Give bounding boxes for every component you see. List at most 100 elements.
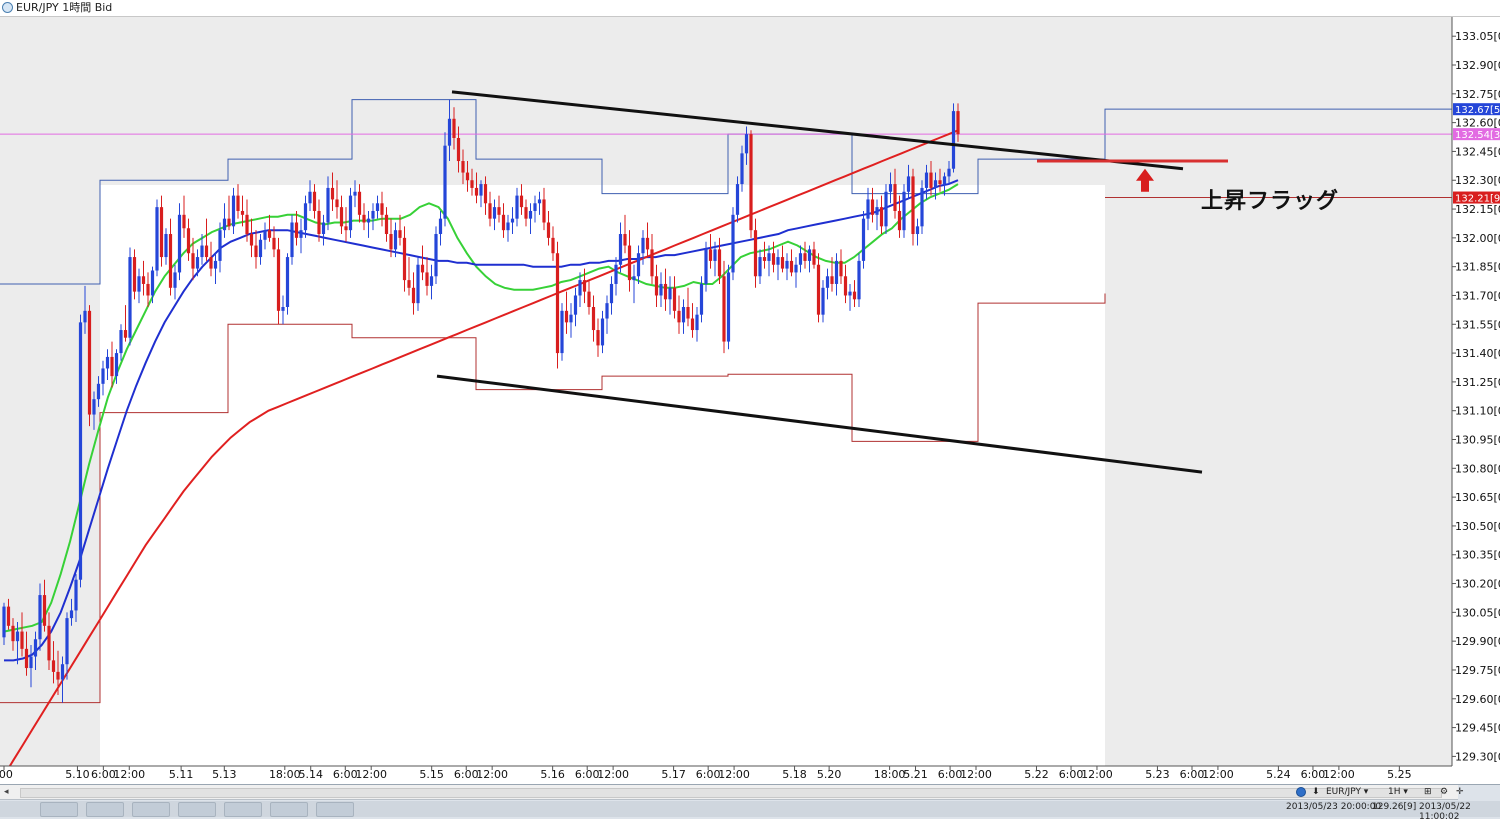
candle-body xyxy=(812,249,816,265)
candle-body xyxy=(263,230,267,240)
horizontal-scrollbar[interactable]: ◂ xyxy=(0,785,1458,800)
price-chart[interactable]: 133.05[0 132.90[0 132.75[0 132.60[0 132.45[0… xyxy=(0,0,1500,818)
candle-body xyxy=(749,134,753,231)
candle-body xyxy=(627,245,632,281)
x-axis-tick-label: 5.23 xyxy=(1145,768,1170,781)
candle-body xyxy=(267,230,272,238)
candle-body xyxy=(879,207,884,227)
candle-body xyxy=(119,330,123,354)
candle-body xyxy=(20,631,24,649)
x-axis-tick-label: 18:00 xyxy=(874,768,906,781)
x-axis-tick-label: 5.16 xyxy=(540,768,565,781)
candle-body xyxy=(947,168,951,177)
y-axis-tick-label: 132.30[0 xyxy=(1455,174,1500,187)
candle-body xyxy=(677,310,681,323)
candle-body xyxy=(51,660,56,672)
zoom-icon[interactable]: ⊞ xyxy=(1424,787,1432,797)
candle-body xyxy=(42,595,47,626)
taskbar-app-2[interactable] xyxy=(86,802,124,817)
candle-body xyxy=(285,257,290,307)
scroll-thumb[interactable] xyxy=(20,788,1442,798)
candle-body xyxy=(501,214,506,231)
candle-body xyxy=(447,118,452,146)
candle-body xyxy=(911,176,915,235)
candle-body xyxy=(164,234,168,258)
candle-body xyxy=(357,191,362,215)
candle-body xyxy=(866,199,870,219)
taskbar-app-5[interactable] xyxy=(224,802,262,817)
taskbar-app-6[interactable] xyxy=(270,802,308,817)
taskbar-app-4[interactable] xyxy=(178,802,216,817)
candle-body xyxy=(470,180,474,188)
candle-body xyxy=(668,287,672,300)
candle-body xyxy=(807,249,812,261)
candle-body xyxy=(96,383,101,400)
candle-body xyxy=(848,291,852,296)
candle-body xyxy=(600,318,605,346)
candle-body xyxy=(420,264,425,273)
candle-body xyxy=(726,272,731,342)
candle-body xyxy=(902,191,906,231)
x-axis-tick-label: 6:00 xyxy=(1180,768,1205,781)
y-axis-tick-label: 130.65[0 xyxy=(1455,491,1500,504)
candle-body xyxy=(168,234,173,288)
candle-body xyxy=(555,253,560,354)
timeframe-selector[interactable]: 1H ▾ xyxy=(1388,787,1408,797)
status-time-left: 2013/05/23 20:00:00 xyxy=(1286,802,1382,812)
crosshair-icon[interactable]: ✛ xyxy=(1456,787,1464,797)
x-axis-tick-label: 6:00 xyxy=(333,768,358,781)
y-axis-tick-label: 130.35[0 xyxy=(1455,549,1500,562)
scroll-left-icon[interactable]: ◂ xyxy=(4,787,9,797)
y-axis-tick-label: 131.10[0 xyxy=(1455,405,1500,418)
taskbar-app-7[interactable] xyxy=(316,802,354,817)
taskbar-app-3[interactable] xyxy=(132,802,170,817)
y-axis-tick-label: 130.50[0 xyxy=(1455,520,1500,533)
candle-body xyxy=(564,310,569,323)
candle-body xyxy=(335,199,339,208)
candle-body xyxy=(753,230,758,277)
candle-body xyxy=(110,356,114,377)
arrow-down-icon[interactable]: ⬇ xyxy=(1312,787,1320,797)
candle-body xyxy=(740,153,744,185)
price-tag-label: 132.21[9 xyxy=(1455,194,1500,205)
candle-body xyxy=(155,207,159,271)
candle-body xyxy=(591,306,596,331)
candle-body xyxy=(276,249,281,311)
candle-body xyxy=(497,207,501,215)
bottom-toolbar: ◂ ⬇ EUR/JPY ▾ 1H ▾ ⊞ ⚙ ✛ 2013/05/23 20:0… xyxy=(0,784,1500,822)
candle-body xyxy=(375,203,380,211)
candle-body xyxy=(236,195,240,211)
candle-body xyxy=(24,648,29,669)
candle-body xyxy=(690,318,695,331)
candle-body xyxy=(524,207,528,219)
x-axis-tick-label: 5.13 xyxy=(212,768,237,781)
candle-body xyxy=(519,195,524,208)
candle-body xyxy=(303,203,308,231)
chart-window-title: EUR/JPY 1時間 Bid xyxy=(16,1,113,14)
candle-body xyxy=(722,276,726,342)
candle-body xyxy=(528,210,533,219)
candle-body xyxy=(258,239,263,258)
candle-body xyxy=(317,210,321,235)
x-axis-tick-label: 6:00 xyxy=(1059,768,1084,781)
x-axis-tick-label: 18:00 xyxy=(269,768,301,781)
candle-body xyxy=(681,306,686,323)
y-axis-tick-label: 130.05[0 xyxy=(1455,606,1500,619)
candle-body xyxy=(672,287,677,311)
status-price: 129.26[9] xyxy=(1372,802,1417,812)
taskbar-app-1[interactable] xyxy=(40,802,78,817)
candle-body xyxy=(636,253,641,277)
candle-body xyxy=(299,230,303,238)
candle-body xyxy=(537,199,542,204)
candle-body xyxy=(65,618,69,665)
candle-body xyxy=(762,257,767,261)
price-tag-label: 132.54[3 xyxy=(1455,130,1500,141)
globe-icon[interactable] xyxy=(1296,787,1306,797)
x-axis-tick-label: 6:00 xyxy=(91,768,116,781)
y-axis-tick-label: 129.90[0 xyxy=(1455,635,1500,648)
chart-settings-icon[interactable]: ⚙ xyxy=(1440,787,1448,797)
candle-body xyxy=(767,253,771,261)
symbol-selector[interactable]: EUR/JPY ▾ xyxy=(1326,787,1368,797)
y-axis-tick-label: 130.20[0 xyxy=(1455,578,1500,591)
candle-body xyxy=(897,210,902,231)
